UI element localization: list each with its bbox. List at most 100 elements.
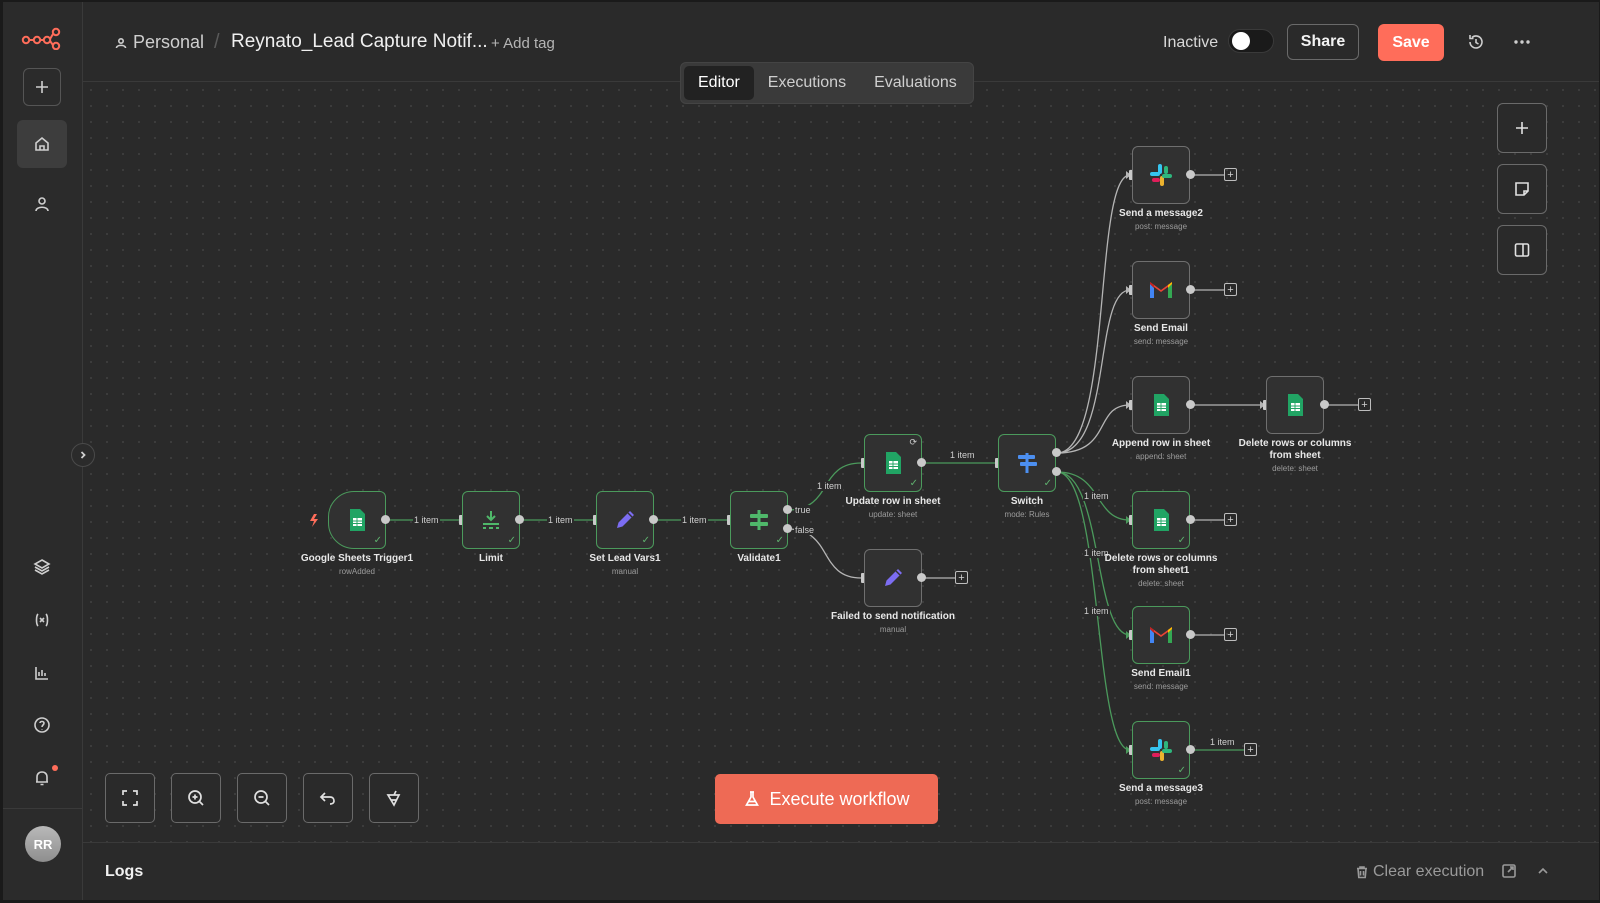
add-node-plus-icon[interactable]: + bbox=[1224, 513, 1237, 526]
node-label: Failed to send notification manual bbox=[831, 611, 955, 634]
node-send-message3[interactable]: ✓ bbox=[1132, 721, 1190, 779]
output-handle[interactable] bbox=[515, 515, 524, 524]
undo-button[interactable] bbox=[303, 773, 353, 823]
node-failed-notification[interactable] bbox=[864, 549, 922, 607]
add-node-plus-icon[interactable]: + bbox=[1224, 283, 1237, 296]
node-send-email-1[interactable] bbox=[1132, 606, 1190, 664]
output-handle[interactable] bbox=[1320, 400, 1329, 409]
sticky-note-icon bbox=[1515, 182, 1529, 196]
node-delete-rows-1[interactable]: ✓ bbox=[1132, 491, 1190, 549]
zoom-out-icon bbox=[254, 790, 270, 806]
tab-editor[interactable]: Editor bbox=[684, 66, 754, 100]
node-label: Update row in sheet update: sheet bbox=[845, 496, 941, 519]
chevron-up-icon[interactable] bbox=[1535, 863, 1551, 884]
zoom-out-button[interactable] bbox=[237, 773, 287, 823]
zoom-in-icon bbox=[188, 790, 204, 806]
workflow-canvas[interactable] bbox=[83, 82, 1599, 842]
sidebar-item-insights[interactable] bbox=[23, 654, 61, 692]
tab-executions[interactable]: Executions bbox=[754, 66, 860, 100]
slack-icon bbox=[1150, 739, 1172, 761]
sidebar-item-variables[interactable] bbox=[23, 601, 61, 639]
undo-icon bbox=[319, 792, 335, 805]
bell-icon bbox=[36, 771, 48, 786]
node-send-message2[interactable] bbox=[1132, 146, 1190, 204]
output-handle-false[interactable] bbox=[783, 524, 792, 533]
node-validate[interactable]: ✓ bbox=[730, 491, 788, 549]
zoom-in-button[interactable] bbox=[171, 773, 221, 823]
active-toggle[interactable] bbox=[1228, 29, 1274, 53]
create-button[interactable] bbox=[23, 68, 61, 106]
fit-view-button[interactable] bbox=[105, 773, 155, 823]
node-send-email[interactable] bbox=[1132, 261, 1190, 319]
expand-sidebar-button[interactable] bbox=[71, 443, 95, 467]
tab-evaluations[interactable]: Evaluations bbox=[860, 66, 971, 100]
n8n-logo-icon[interactable] bbox=[21, 26, 61, 51]
edge-label-item: 1 item bbox=[547, 515, 574, 525]
output-handle[interactable] bbox=[1052, 448, 1061, 457]
pinned-icon: ⟳ bbox=[909, 437, 917, 447]
breadcrumb-project-label: Personal bbox=[133, 32, 205, 52]
breadcrumb-separator: / bbox=[214, 31, 220, 53]
add-node-plus-icon[interactable]: + bbox=[1244, 743, 1257, 756]
add-node-plus-icon[interactable]: + bbox=[1224, 168, 1237, 181]
output-handle[interactable] bbox=[1186, 400, 1195, 409]
output-handle[interactable] bbox=[1186, 170, 1195, 179]
breadcrumb-project[interactable]: Personal bbox=[115, 32, 204, 53]
workflow-title[interactable]: Reynato_Lead Capture Notif... bbox=[231, 31, 488, 53]
add-node-button[interactable] bbox=[1497, 103, 1547, 153]
success-check-icon: ✓ bbox=[641, 535, 650, 546]
sidebar-item-templates[interactable] bbox=[23, 548, 61, 586]
sidebar-item-home[interactable] bbox=[17, 120, 67, 168]
node-delete-rows[interactable] bbox=[1266, 376, 1324, 434]
more-options-icon[interactable] bbox=[1512, 32, 1532, 52]
toggle-panel-button[interactable] bbox=[1497, 225, 1547, 275]
output-handle[interactable] bbox=[1186, 515, 1195, 524]
add-node-plus-icon[interactable]: + bbox=[1224, 628, 1237, 641]
node-limit[interactable]: ✓ bbox=[462, 491, 520, 549]
pencil-icon bbox=[885, 569, 902, 586]
clear-execution-button[interactable]: Clear execution bbox=[1355, 863, 1484, 881]
tidy-up-button[interactable] bbox=[369, 773, 419, 823]
node-label: Google Sheets Trigger1 rowAdded bbox=[300, 553, 414, 576]
execute-workflow-button[interactable]: Execute workflow bbox=[715, 774, 938, 824]
add-sticky-note-button[interactable] bbox=[1497, 164, 1547, 214]
switch-icon bbox=[1018, 453, 1037, 473]
output-handle[interactable] bbox=[381, 515, 390, 524]
output-handle[interactable] bbox=[917, 458, 926, 467]
share-button[interactable]: Share bbox=[1287, 24, 1359, 60]
logs-title[interactable]: Logs bbox=[105, 863, 143, 881]
insights-icon bbox=[35, 667, 48, 680]
node-label: Send Email1 send: message bbox=[1131, 668, 1191, 691]
output-handle[interactable] bbox=[917, 573, 926, 582]
output-handle[interactable] bbox=[1186, 630, 1195, 639]
output-handle[interactable] bbox=[1052, 467, 1061, 476]
output-handle-true[interactable] bbox=[783, 505, 792, 514]
output-handle[interactable] bbox=[1186, 745, 1195, 754]
node-update-row[interactable]: ✓ ⟳ bbox=[864, 434, 922, 492]
logs-panel[interactable]: Logs Clear execution bbox=[83, 842, 1599, 900]
edge-label-false: false bbox=[794, 525, 816, 535]
node-switch[interactable]: ✓ bbox=[998, 434, 1056, 492]
edge-label-item: 1 item bbox=[949, 450, 976, 460]
add-node-plus-icon[interactable]: + bbox=[1358, 398, 1371, 411]
add-node-plus-icon[interactable]: + bbox=[955, 571, 968, 584]
edge-label-true: true bbox=[794, 505, 812, 515]
output-handle[interactable] bbox=[649, 515, 658, 524]
node-label: Send Email send: message bbox=[1133, 323, 1189, 346]
node-set-lead-vars[interactable]: ✓ bbox=[596, 491, 654, 549]
gmail-icon bbox=[1150, 282, 1172, 298]
node-append-row[interactable] bbox=[1132, 376, 1190, 434]
limit-icon bbox=[483, 511, 499, 529]
sidebar-item-help[interactable] bbox=[23, 706, 61, 744]
variables-icon bbox=[35, 613, 49, 627]
output-handle[interactable] bbox=[1186, 285, 1195, 294]
sidebar-item-personal[interactable] bbox=[23, 185, 61, 223]
avatar[interactable]: RR bbox=[25, 826, 61, 862]
node-google-sheets-trigger[interactable]: ✓ bbox=[328, 491, 386, 549]
add-tag-link[interactable]: + Add tag bbox=[491, 35, 555, 52]
plus-icon bbox=[1516, 122, 1528, 134]
save-button[interactable]: Save bbox=[1378, 24, 1444, 61]
pop-out-icon[interactable] bbox=[1501, 863, 1517, 884]
history-icon[interactable] bbox=[1466, 32, 1486, 52]
chevron-right-icon bbox=[80, 451, 86, 459]
